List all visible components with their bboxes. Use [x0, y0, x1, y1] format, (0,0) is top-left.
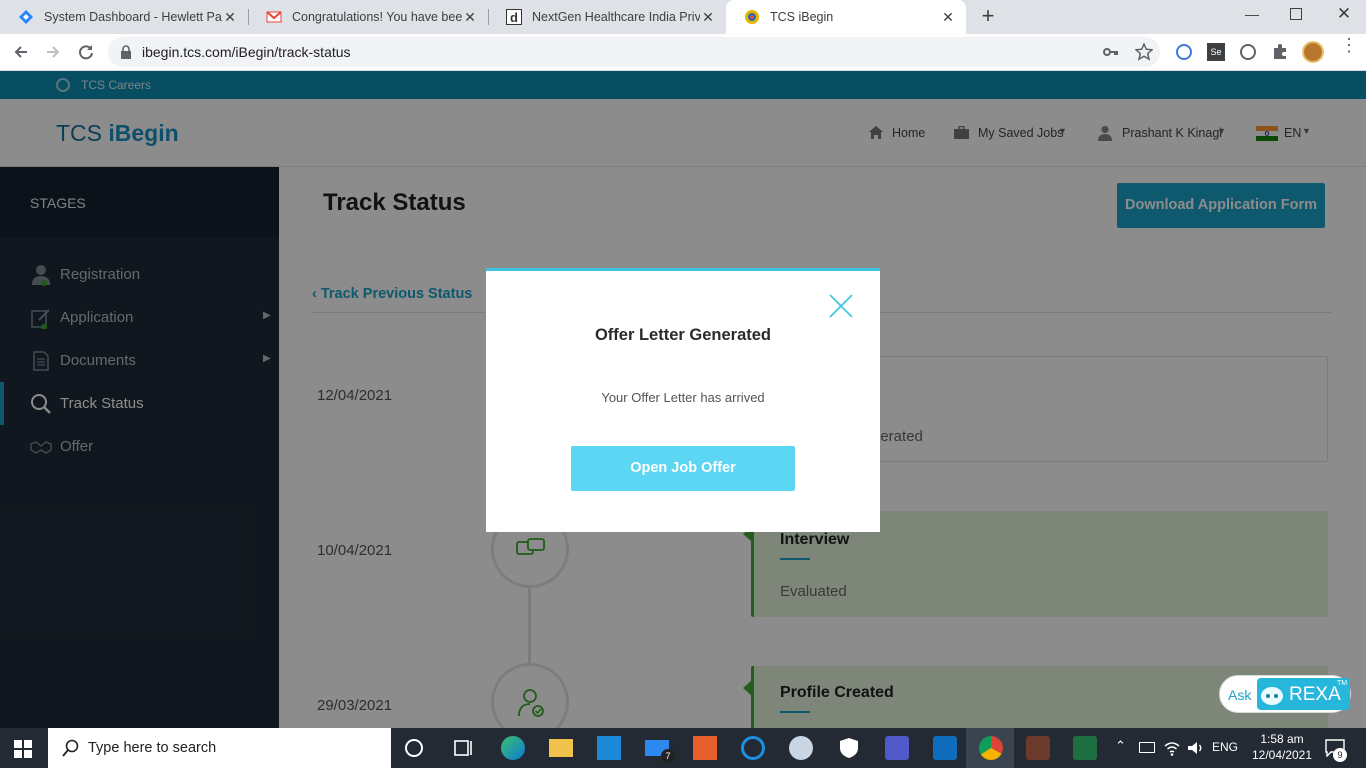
minimize-button[interactable]: — — [1242, 6, 1262, 26]
jira-icon — [19, 10, 33, 24]
input-language[interactable]: ENG — [1212, 740, 1238, 754]
forward-icon[interactable] — [44, 43, 62, 61]
tab-title: System Dashboard - Hewlett Pack — [44, 10, 222, 24]
modal-title: Offer Letter Generated — [594, 326, 772, 344]
selenium-extension-icon[interactable]: Se — [1207, 43, 1225, 61]
battery-icon[interactable] — [1139, 742, 1155, 753]
speed-extension-icon[interactable] — [1240, 44, 1256, 60]
mail-icon[interactable]: 7 — [645, 740, 675, 763]
robot-icon — [1261, 687, 1283, 705]
close-tab-icon[interactable]: ✕ — [462, 9, 478, 25]
tab-system-dashboard[interactable]: System Dashboard - Hewlett Pack ✕ — [0, 0, 248, 34]
windows-start-icon[interactable] — [14, 740, 32, 758]
lock-icon[interactable] — [120, 45, 132, 59]
notification-count: 9 — [1333, 748, 1347, 762]
restore-button[interactable] — [1290, 8, 1302, 20]
svg-text:d: d — [510, 10, 518, 25]
windows-taskbar: Type here to search 7 ⌃ ENG 1:58 am 12/0… — [0, 728, 1366, 768]
reload-icon[interactable] — [77, 43, 95, 61]
url-text[interactable]: ibegin.tcs.com/iBegin/track-status — [142, 44, 351, 60]
taskbar-search-box[interactable]: Type here to search — [48, 728, 391, 768]
new-tab-button[interactable]: + — [978, 5, 998, 27]
edge-icon[interactable] — [501, 736, 525, 760]
tab-gmail[interactable]: Congratulations! You have been s ✕ — [248, 0, 488, 34]
tab-nextgen[interactable]: d NextGen Healthcare India Private ✕ — [488, 0, 726, 34]
internet-explorer-icon[interactable] — [741, 736, 765, 760]
avatar[interactable] — [1302, 41, 1324, 63]
media-player-icon[interactable] — [693, 736, 717, 760]
extension-icon[interactable] — [1176, 44, 1192, 60]
chrome-icon[interactable] — [979, 736, 1003, 760]
bookmark-star-icon[interactable] — [1135, 43, 1153, 61]
chevron-up-icon[interactable]: ⌃ — [1115, 738, 1126, 754]
store-icon[interactable] — [597, 736, 621, 760]
close-window-button[interactable]: ✕ — [1334, 4, 1354, 24]
volume-icon[interactable] — [1187, 740, 1205, 756]
page: TCS Careers TCS iBegin Home My Saved Job… — [0, 71, 1366, 728]
chatbot-badge: REXA TM — [1257, 678, 1350, 710]
security-shield-icon[interactable] — [837, 736, 861, 760]
game-app-icon[interactable] — [1026, 736, 1050, 760]
offer-letter-modal: Offer Letter Generated Your Offer Letter… — [486, 268, 880, 532]
cortana-icon[interactable] — [405, 739, 423, 757]
tcs-icon — [745, 10, 759, 24]
chatbot-launcher[interactable]: Ask REXA TM — [1219, 675, 1351, 713]
modal-message: Your Offer Letter has arrived — [601, 390, 765, 405]
snipping-tool-icon[interactable] — [789, 736, 813, 760]
search-icon — [62, 739, 79, 757]
mail-badge: 7 — [661, 749, 675, 763]
tab-title: Congratulations! You have been s — [292, 10, 462, 24]
teams-icon[interactable] — [885, 736, 909, 760]
tab-title: TCS iBegin — [770, 10, 834, 24]
close-tab-icon[interactable]: ✕ — [700, 9, 716, 25]
file-explorer-icon[interactable] — [549, 739, 573, 757]
tab-title: NextGen Healthcare India Private — [532, 10, 700, 24]
clock-date: 12/04/2021 — [1251, 748, 1313, 762]
menu-icon[interactable]: ⋮ — [1340, 36, 1358, 63]
close-tab-icon[interactable]: ✕ — [222, 9, 238, 25]
outlook-icon[interactable] — [933, 736, 957, 760]
wifi-icon[interactable] — [1163, 740, 1181, 756]
task-view-icon[interactable] — [452, 736, 476, 760]
trademark: TM — [1337, 680, 1348, 687]
close-icon[interactable] — [829, 294, 853, 318]
excel-icon[interactable] — [1073, 736, 1097, 760]
close-tab-icon[interactable]: ✕ — [940, 9, 956, 25]
chatbot-ask-label: Ask — [1228, 687, 1252, 703]
puzzle-icon[interactable] — [1271, 43, 1289, 61]
d-icon: d — [506, 9, 522, 25]
omnibox[interactable]: ibegin.tcs.com/iBegin/track-status — [108, 37, 1160, 67]
address-bar: ibegin.tcs.com/iBegin/track-status Se ⋮ — [0, 34, 1366, 71]
clock-time: 1:58 am — [1260, 732, 1304, 746]
key-icon[interactable] — [1103, 45, 1119, 59]
browser-tab-strip: System Dashboard - Hewlett Pack ✕ Congra… — [0, 0, 1366, 34]
back-icon[interactable] — [12, 43, 30, 61]
open-job-offer-button[interactable]: Open Job Offer — [571, 446, 795, 491]
gmail-icon — [266, 11, 282, 23]
chatbot-brand: REXA — [1289, 684, 1341, 705]
tab-tcs-ibegin[interactable]: TCS iBegin ✕ — [726, 0, 966, 34]
clock[interactable]: 1:58 am 12/04/2021 — [1249, 731, 1315, 763]
taskbar-search-placeholder: Type here to search — [88, 740, 217, 756]
